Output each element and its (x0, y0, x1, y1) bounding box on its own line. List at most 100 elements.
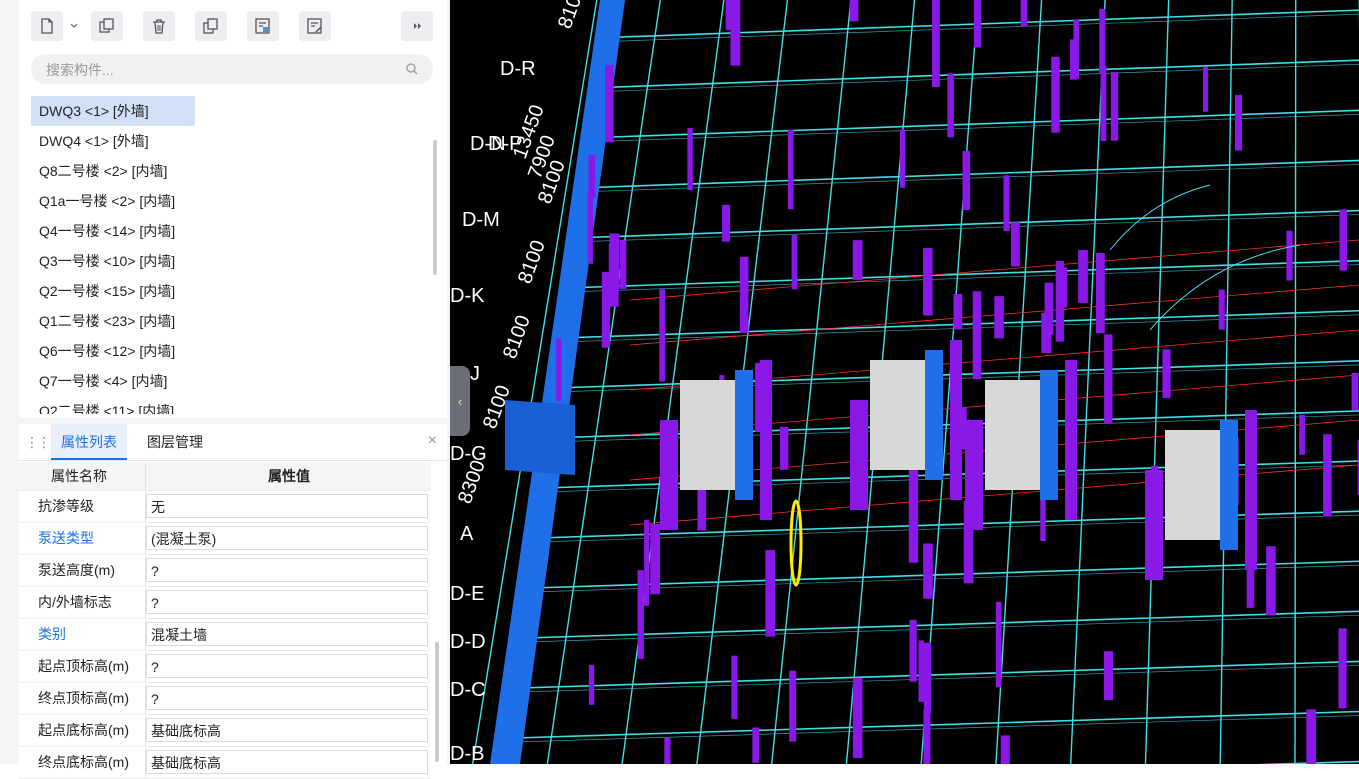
column (722, 205, 730, 242)
search-bar (31, 54, 433, 84)
column (1021, 0, 1028, 26)
close-icon[interactable]: × (428, 432, 437, 450)
new-component-button[interactable] (31, 11, 63, 41)
grid-line (583, 110, 1359, 138)
column (789, 671, 796, 742)
collapse-sidebar-button[interactable]: ‹ (450, 366, 470, 436)
tab-properties[interactable]: 属性列表 (51, 424, 127, 460)
trash-icon (150, 17, 168, 35)
list-item[interactable]: DWQ3 <1> [外墙] (31, 96, 195, 126)
column (919, 640, 924, 701)
core-wall (1065, 360, 1077, 520)
component-list-scrollbar[interactable] (433, 140, 437, 275)
property-value-field[interactable]: (混凝土泵) (146, 526, 428, 550)
property-value-field[interactable]: 混凝土墙 (146, 622, 428, 646)
column (780, 427, 789, 470)
property-name: 内/外墙标志 (19, 587, 145, 618)
column (1003, 175, 1009, 231)
search-icon[interactable] (405, 62, 419, 76)
core-wall (1245, 410, 1257, 570)
left-sidebar: DWQ3 <1> [外墙]DWQ4 <1> [外墙]Q8二号楼 <2> [内墙]… (0, 0, 450, 764)
table-row: 泵送类型(混凝土泵) (19, 523, 431, 555)
property-value-field[interactable]: 无 (146, 494, 428, 518)
column (974, 0, 981, 48)
grid-line (516, 710, 1359, 738)
copy-component-button[interactable] (91, 11, 123, 41)
list-item[interactable]: Q4一号楼 <14> [内墙] (31, 216, 431, 246)
column (953, 294, 962, 330)
property-name: 泵送高度(m) (19, 555, 145, 586)
core-wall (950, 340, 962, 500)
column (687, 128, 692, 190)
axis-label: D-K (450, 285, 485, 307)
column (765, 550, 775, 637)
core-wall (660, 420, 678, 530)
list-item[interactable]: Q3一号楼 <10> [内墙] (31, 246, 431, 276)
column (1323, 434, 1332, 516)
3d-viewport[interactable]: D-RD-ND-PD-MD-KJD-GAD-ED-DD-CD-B81001345… (450, 0, 1359, 764)
property-value-field[interactable]: ? (146, 558, 428, 582)
table-row: 起点顶标高(m)? (19, 651, 431, 683)
edit-component-button[interactable] (299, 11, 331, 41)
property-name: 起点底标高(m) (19, 715, 145, 746)
column (1299, 415, 1305, 455)
core-wall (850, 400, 868, 510)
new-dropdown-button[interactable] (67, 11, 81, 41)
column (727, 0, 737, 25)
core-wall (735, 370, 753, 500)
grid-line (572, 214, 1359, 242)
column (947, 73, 954, 137)
table-row: 抗渗等级无 (19, 491, 431, 523)
column (923, 710, 930, 764)
column (1111, 72, 1118, 141)
column (1078, 250, 1088, 303)
list-item[interactable]: DWQ4 <1> [外墙] (31, 126, 431, 156)
property-value-field[interactable]: 基础底标高 (146, 718, 428, 742)
dimension-label: 8100 (514, 237, 550, 286)
3d-model-canvas[interactable]: D-RD-ND-PD-MD-KJD-GAD-ED-DD-CD-B81001345… (450, 0, 1359, 764)
delete-component-button[interactable] (143, 11, 175, 41)
list-item[interactable]: Q7一号楼 <4> [内墙] (31, 366, 431, 396)
core-wall (1040, 370, 1058, 500)
property-name: 终点顶标高(m) (19, 683, 145, 714)
property-name: 抗渗等级 (19, 491, 145, 522)
tab-layers[interactable]: 图层管理 (137, 424, 213, 460)
column (1352, 373, 1359, 410)
list-item[interactable]: Q8二号楼 <2> [内墙] (31, 156, 431, 186)
more-tools-button[interactable] (401, 11, 433, 41)
import-component-button[interactable] (247, 11, 279, 41)
property-value-field[interactable]: ? (146, 654, 428, 678)
search-input[interactable] (44, 54, 388, 86)
axis-label: J (470, 363, 480, 385)
core-wall (1165, 430, 1220, 540)
core-wall (1220, 420, 1238, 550)
column (788, 130, 794, 210)
column (909, 470, 918, 563)
property-name: 类别 (19, 619, 145, 650)
column (973, 291, 982, 379)
list-item[interactable]: Q1a一号楼 <2> [内墙] (31, 186, 431, 216)
column (900, 129, 905, 187)
column (1041, 313, 1051, 353)
table-row: 起点底标高(m)基础底标高 (19, 715, 431, 747)
property-value-field[interactable]: ? (146, 686, 428, 710)
list-item[interactable]: Q6一号楼 <12> [内墙] (31, 336, 431, 366)
property-name: 起点顶标高(m) (19, 651, 145, 682)
column (740, 257, 749, 333)
duplicate-layer-button[interactable] (195, 11, 227, 41)
column (792, 235, 798, 289)
column (588, 192, 593, 264)
grid-line (527, 610, 1359, 638)
double-chevron-right-icon (408, 17, 426, 35)
property-value-field[interactable]: 基础底标高 (146, 750, 428, 774)
property-table-scrollbar[interactable] (435, 642, 439, 762)
properties-panel: ⋮⋮ 属性列表 图层管理 × 属性名称 属性值 抗渗等级无泵送类型(混凝土泵)泵… (19, 424, 447, 764)
list-item[interactable]: Q2一号楼 <15> [内墙] (31, 276, 431, 306)
column (932, 0, 940, 87)
axis-label: A (460, 523, 474, 545)
chevron-down-icon (70, 23, 78, 29)
list-item[interactable]: Q2二号楼 <11> [内墙] (31, 396, 431, 414)
property-value-field[interactable]: ? (146, 590, 428, 614)
drag-handle-icon[interactable]: ⋮⋮ (25, 434, 49, 451)
list-item[interactable]: Q1二号楼 <23> [内墙] (31, 306, 431, 336)
